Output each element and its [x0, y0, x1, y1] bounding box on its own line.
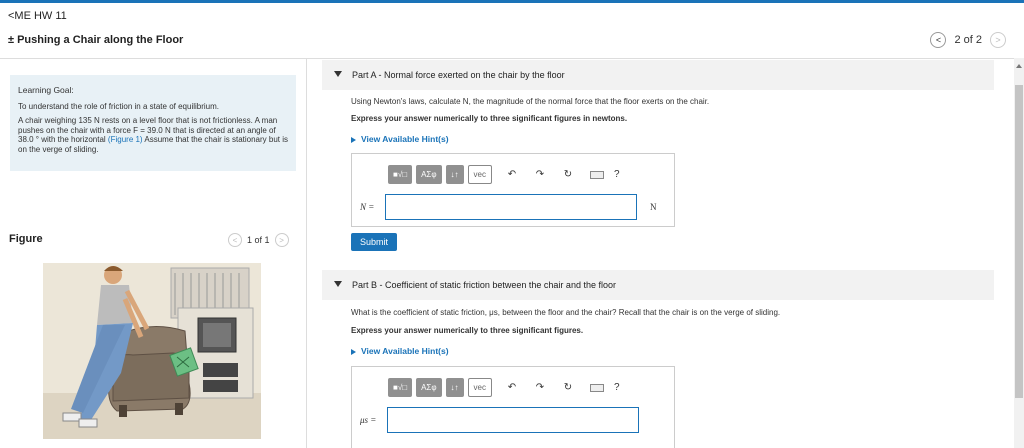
static-friction-input[interactable] — [387, 407, 639, 433]
part-b-answer-box: ■√□ ΑΣφ ↓↑ vec ↶ ↷ ↻ ? μs = — [351, 366, 675, 448]
figure-prev-button[interactable]: < — [228, 233, 242, 247]
figure-image — [43, 263, 261, 439]
goal-heading: Learning Goal: — [18, 85, 74, 95]
part-b-question: What is the coefficient of static fricti… — [351, 308, 781, 317]
scrollbar-thumb[interactable] — [1015, 85, 1023, 398]
normal-force-input[interactable] — [385, 194, 637, 220]
arrows-button[interactable]: ↓↑ — [445, 378, 464, 397]
redo-icon[interactable]: ↷ — [532, 380, 548, 396]
part-b-header[interactable]: Part B - Coefficient of static friction … — [322, 270, 994, 300]
part-b-math-toolbar: ■√□ ΑΣφ ↓↑ vec ↶ ↷ ↻ ? — [388, 378, 620, 397]
part-a-answer-box: ■√□ ΑΣφ ↓↑ vec ↶ ↷ ↻ ? N = N — [351, 153, 675, 227]
part-a-instruction: Express your answer numerically to three… — [351, 114, 628, 123]
goal-text: To understand the role of friction in a … — [18, 101, 219, 111]
reset-icon[interactable]: ↻ — [560, 380, 576, 396]
arrows-button[interactable]: ↓↑ — [445, 165, 464, 184]
part-a-header[interactable]: Part A - Normal force exerted on the cha… — [322, 60, 994, 90]
problem-statement: A chair weighing 135 N rests on a level … — [18, 116, 288, 154]
figure-pager-text: 1 of 1 — [247, 235, 270, 245]
part-a-hint-label: View Available Hint(s) — [361, 134, 449, 144]
part-b-collapse-caret-icon — [334, 281, 342, 287]
part-b-hint-link[interactable]: View Available Hint(s) — [351, 346, 449, 356]
page-title: ± Pushing a Chair along the Floor — [8, 34, 184, 46]
problem-pager: < 2 of 2 > — [930, 32, 1006, 48]
figure-link[interactable]: (Figure 1) — [108, 135, 143, 144]
help-icon[interactable]: ? — [614, 169, 620, 180]
problem-pager-text: 2 of 2 — [954, 34, 982, 46]
part-b-heading: Part B - Coefficient of static friction … — [352, 280, 616, 290]
vec-button[interactable]: vec — [467, 378, 492, 397]
part-a-hint-link[interactable]: View Available Hint(s) — [351, 134, 449, 144]
keyboard-icon[interactable] — [589, 383, 604, 392]
scroll-up-icon[interactable] — [1016, 64, 1022, 68]
figure-pager: < 1 of 1 > — [228, 233, 289, 247]
static-friction-label: μs = — [360, 415, 377, 425]
hint-expand-icon — [351, 348, 356, 355]
learning-goal-box: Learning Goal: To understand the role of… — [10, 75, 296, 171]
redo-icon[interactable]: ↷ — [532, 167, 548, 183]
top-accent-line — [0, 0, 1024, 3]
help-icon[interactable]: ? — [614, 382, 620, 393]
next-problem-button[interactable]: > — [990, 32, 1006, 48]
templates-button[interactable]: ■√□ — [388, 378, 413, 397]
templates-button[interactable]: ■√□ — [388, 165, 413, 184]
greek-button[interactable]: ΑΣφ — [416, 378, 442, 397]
vec-button[interactable]: vec — [467, 165, 492, 184]
greek-button[interactable]: ΑΣφ — [416, 165, 442, 184]
part-a-math-toolbar: ■√□ ΑΣφ ↓↑ vec ↶ ↷ ↻ ? — [388, 165, 620, 184]
part-b-hint-label: View Available Hint(s) — [361, 346, 449, 356]
part-a-submit-button[interactable]: Submit — [351, 233, 397, 251]
undo-icon[interactable]: ↶ — [504, 380, 520, 396]
figure-label: Figure — [9, 233, 43, 245]
part-a-heading: Part A - Normal force exerted on the cha… — [352, 70, 565, 80]
part-a-collapse-caret-icon — [334, 71, 342, 77]
man-pushing-chair-illustration — [43, 263, 261, 439]
reset-icon[interactable]: ↻ — [560, 167, 576, 183]
part-a-question: Using Newton's laws, calculate N, the ma… — [351, 97, 710, 106]
header-divider — [0, 58, 1024, 59]
hint-expand-icon — [351, 136, 356, 143]
prev-problem-button[interactable]: < — [930, 32, 947, 48]
undo-icon[interactable]: ↶ — [504, 167, 520, 183]
keyboard-icon[interactable] — [589, 170, 604, 179]
unit-label: N — [650, 202, 657, 212]
normal-force-label: N = — [360, 202, 375, 212]
part-b-instruction: Express your answer numerically to three… — [351, 326, 584, 335]
figure-next-button[interactable]: > — [274, 233, 289, 247]
column-divider — [306, 58, 307, 448]
back-link[interactable]: <ME HW 11 — [8, 10, 67, 22]
